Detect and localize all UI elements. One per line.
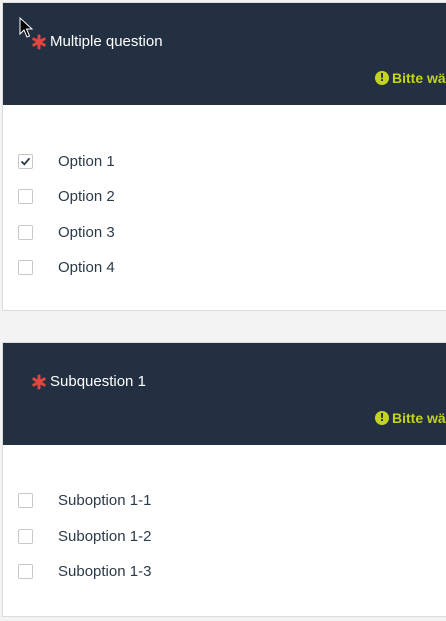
- asterisk-icon: [32, 34, 46, 49]
- question-header: Multiple question ! Bitte wä: [3, 3, 446, 105]
- option-4[interactable]: Option 4: [18, 257, 115, 277]
- survey-page: Multiple question ! Bitte wä Option 1 Op…: [0, 0, 446, 621]
- question-title: Subquestion 1: [31, 373, 146, 390]
- question-title-text: Subquestion 1: [50, 373, 146, 390]
- question-card-subquestion: Subquestion 1 ! Bitte wä Suboption 1-1 S…: [2, 342, 446, 617]
- question-hint-text: Bitte wä: [392, 410, 446, 426]
- suboption-1-3[interactable]: Suboption 1-3: [18, 561, 151, 581]
- suboption-1-1[interactable]: Suboption 1-1: [18, 490, 151, 510]
- question-hint-text: Bitte wä: [392, 70, 446, 86]
- suboption-1-3-label[interactable]: Suboption 1-3: [58, 563, 151, 580]
- suboption-1-3-checkbox[interactable]: [18, 563, 33, 579]
- asterisk-icon: [32, 374, 46, 389]
- option-2-label[interactable]: Option 2: [58, 188, 115, 205]
- suboption-1-2-checkbox[interactable]: [18, 528, 33, 544]
- option-3-checkbox[interactable]: [18, 224, 33, 240]
- option-2[interactable]: Option 2: [18, 186, 115, 206]
- checkmark-icon: [20, 157, 31, 166]
- option-1[interactable]: Option 1: [18, 151, 115, 171]
- suboption-1-2-label[interactable]: Suboption 1-2: [58, 528, 151, 545]
- question-hint: ! Bitte wä: [375, 410, 446, 426]
- option-3[interactable]: Option 3: [18, 222, 115, 242]
- exclamation-circle-icon: !: [375, 71, 389, 85]
- question-header: Subquestion 1 ! Bitte wä: [3, 343, 446, 445]
- suboption-1-2[interactable]: Suboption 1-2: [18, 526, 151, 546]
- question-card-multiple: Multiple question ! Bitte wä Option 1 Op…: [2, 2, 446, 311]
- question-title: Multiple question: [31, 33, 163, 50]
- option-4-label[interactable]: Option 4: [58, 259, 115, 276]
- option-1-checkbox[interactable]: [18, 153, 33, 169]
- option-1-label[interactable]: Option 1: [58, 153, 115, 170]
- suboption-1-1-checkbox[interactable]: [18, 492, 33, 508]
- question-title-text: Multiple question: [50, 33, 163, 50]
- question-hint: ! Bitte wä: [375, 70, 446, 86]
- option-4-checkbox[interactable]: [18, 259, 33, 275]
- option-3-label[interactable]: Option 3: [58, 224, 115, 241]
- option-2-checkbox[interactable]: [18, 188, 33, 204]
- exclamation-circle-icon: !: [375, 411, 389, 425]
- suboption-1-1-label[interactable]: Suboption 1-1: [58, 492, 151, 509]
